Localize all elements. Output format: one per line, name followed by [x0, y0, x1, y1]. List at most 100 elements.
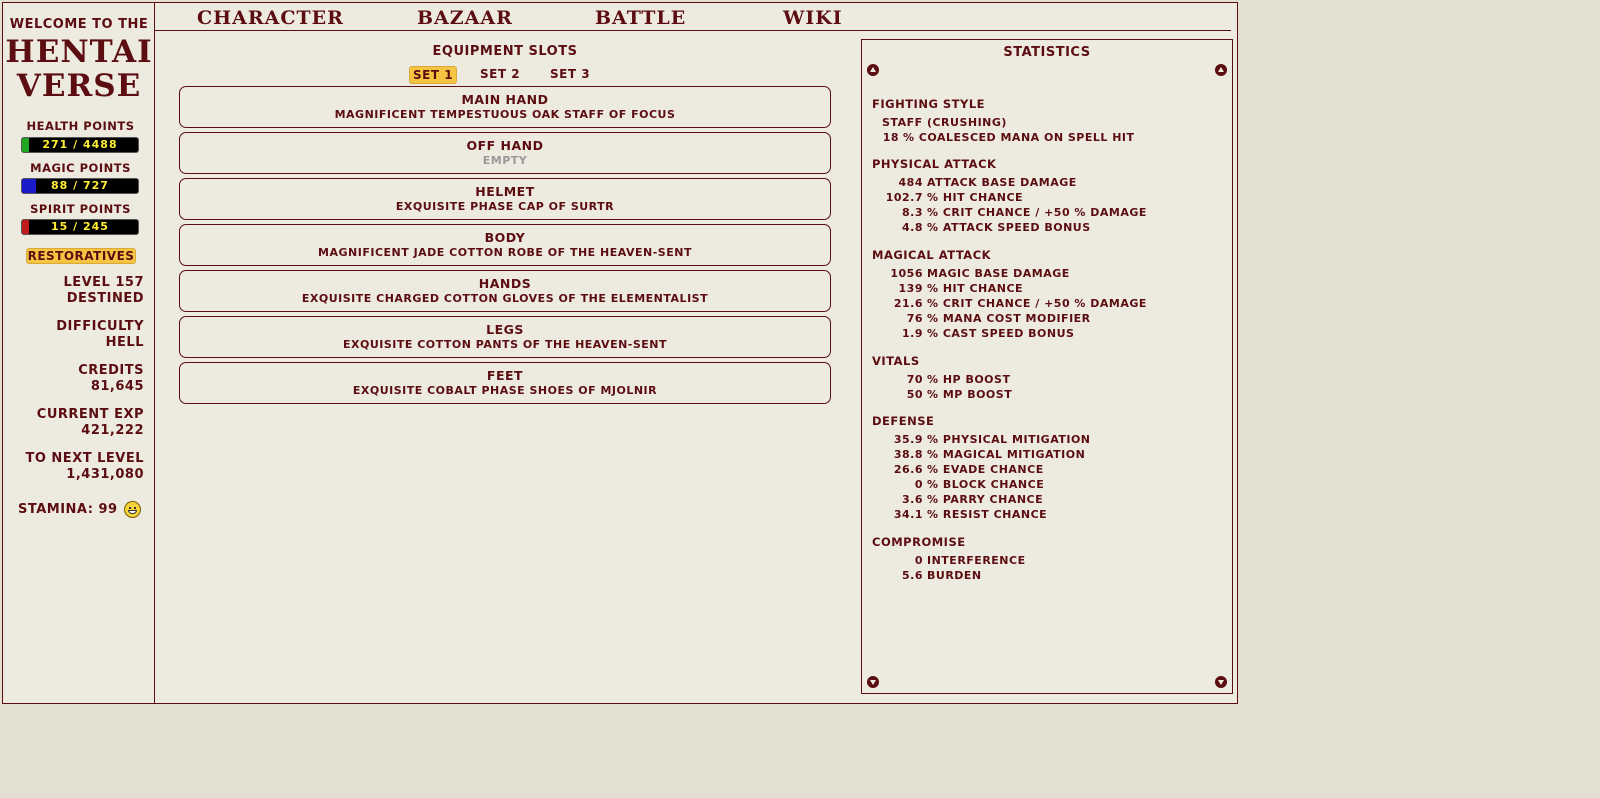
stat-label: % Crit Chance / +50 % Damage [927, 206, 1147, 219]
section-fighting-style: Fighting Style [872, 97, 986, 111]
stat-row: 8.3 % Crit Chance / +50 % Damage [862, 205, 1222, 220]
stat-value: 76 [906, 312, 923, 325]
section-vitals: Vitals [872, 354, 920, 368]
menu-wiki[interactable]: Wiki [783, 7, 843, 29]
menu-bazaar[interactable]: Bazaar [417, 7, 513, 29]
slot-name: Off Hand [466, 138, 544, 153]
stat-row: 76 % Mana Cost Modifier [862, 311, 1222, 326]
slot-body[interactable]: Body Magnificent Jade Cotton Robe of the… [179, 224, 831, 266]
stat-value: 26.6 [893, 463, 923, 476]
slot-main-hand[interactable]: Main Hand Magnificent Tempestuous Oak St… [179, 86, 831, 128]
credits-label: Credits [78, 363, 144, 378]
magic-value: 88 / 727 [51, 179, 109, 192]
stamina-display: Stamina: 99 [18, 501, 141, 518]
exp-label: Current EXP [36, 407, 144, 422]
slot-name: Body [484, 230, 526, 245]
tab-set-1[interactable]: Set 1 [409, 66, 458, 84]
scroll-down-right-icon[interactable] [1215, 676, 1227, 688]
stat-row: 38.8 % Magical Mitigation [862, 447, 1222, 462]
slot-item: Empty [482, 154, 528, 167]
menu-character[interactable]: Character [197, 7, 344, 29]
stat-row: 50 % MP Boost [862, 387, 1222, 402]
logo-line-1: HENTAI [5, 34, 153, 70]
section-physical-attack: Physical Attack [872, 157, 997, 171]
stat-label: Burden [927, 569, 982, 582]
slot-feet[interactable]: Feet Exquisite Cobalt Phase Shoes of Mjo… [179, 362, 831, 404]
top-menu: Character Bazaar Battle Wiki [155, 3, 1231, 31]
slot-legs[interactable]: Legs Exquisite Cotton Pants of the Heave… [179, 316, 831, 358]
slot-helmet[interactable]: Helmet Exquisite Phase Cap of Surtr [179, 178, 831, 220]
stat-row: 35.9 % Physical Mitigation [862, 432, 1222, 447]
stat-row: 26.6 % Evade Chance [862, 462, 1222, 477]
spirit-value: 15 / 245 [51, 220, 109, 233]
stat-value: 0 [914, 554, 923, 567]
stat-label: % Magical Mitigation [927, 448, 1086, 461]
stat-value: 35.9 [893, 433, 923, 446]
restoratives-button[interactable]: Restoratives [26, 248, 136, 264]
statistics-panel: Statistics Fighting Style Staff (Crushin… [861, 39, 1233, 694]
stat-value: 1.9 [902, 327, 923, 340]
stamina-text: Stamina: 99 [18, 502, 118, 517]
slot-item: Exquisite Cotton Pants of the Heaven-sen… [342, 338, 667, 351]
slot-item: Exquisite Charged Cotton Gloves of the E… [301, 292, 709, 305]
hentaiverse-logo: HENTAI VERSE [3, 35, 155, 103]
stat-row: 34.1 % Resist Chance [862, 507, 1222, 522]
credits-value: 81,645 [90, 379, 144, 394]
stat-row: 21.6 % Crit Chance / +50 % Damage [862, 296, 1222, 311]
stat-label: % HP Boost [927, 373, 1011, 386]
stat-label: Magic Base Damage [927, 267, 1070, 280]
spirit-label: Spirit points [30, 202, 131, 216]
difficulty-info: Difficulty Hell [56, 319, 144, 351]
scroll-down-left-icon[interactable] [867, 676, 879, 688]
slot-item: Exquisite Phase Cap of Surtr [395, 200, 615, 213]
section-compromise: Compromise [872, 535, 966, 549]
stat-label: % Evade Chance [927, 463, 1044, 476]
slot-hands[interactable]: Hands Exquisite Charged Cotton Gloves of… [179, 270, 831, 312]
slot-name: Hands [478, 276, 532, 291]
stat-row: 102.7 % Hit Chance [862, 190, 1222, 205]
tab-set-3[interactable]: Set 3 [547, 66, 593, 82]
difficulty-value: Hell [105, 335, 144, 350]
stat-label: Attack Base Damage [927, 176, 1077, 189]
magic-label: Magic points [30, 161, 131, 175]
slot-name: Legs [486, 322, 524, 337]
section-magical-attack: Magical Attack [872, 248, 992, 262]
slot-item: Magnificent Jade Cotton Robe of the Heav… [318, 246, 692, 259]
next-level-info: To Next Level 1,431,080 [25, 451, 144, 483]
slot-item: Exquisite Cobalt Phase Shoes of Mjolnir [352, 384, 658, 397]
stat-row: 1056 Magic Base Damage [862, 266, 1222, 281]
stat-value: 1056 [890, 267, 923, 280]
equipment-slots-title: Equipment Slots [432, 44, 578, 59]
stat-value: 50 [906, 388, 923, 401]
stat-value: 8.3 [902, 206, 923, 219]
stat-label: % Coalesced Mana on Spell Hit [903, 131, 1135, 144]
stat-value: 139 [898, 282, 923, 295]
slot-off-hand[interactable]: Off Hand Empty [179, 132, 831, 174]
stat-value: 34.1 [893, 508, 923, 521]
stat-label: % Physical Mitigation [927, 433, 1091, 446]
slot-item: Magnificent Tempestuous Oak Staff of Foc… [334, 108, 676, 121]
stat-label: % Block Chance [927, 478, 1045, 491]
fighting-style-value: Staff (Crushing) [882, 116, 1007, 129]
stat-label: % Hit Chance [927, 282, 1024, 295]
health-bar: 271 / 4488 [21, 137, 139, 153]
stat-row: 0 Interference [862, 553, 1222, 568]
stat-value: 21.6 [893, 297, 923, 310]
stat-row: 4.8 % Attack Speed Bonus [862, 220, 1222, 235]
slot-name: Main Hand [461, 92, 549, 107]
main-frame: Welcome to the HENTAI VERSE Health point… [2, 2, 1238, 704]
stat-label: % Cast Speed Bonus [927, 327, 1075, 340]
menu-battle[interactable]: Battle [595, 7, 686, 29]
scroll-up-right-icon[interactable] [1215, 64, 1227, 76]
health-value: 271 / 4488 [42, 138, 118, 151]
scroll-up-left-icon[interactable] [867, 64, 879, 76]
stat-label: % Attack Speed Bonus [927, 221, 1091, 234]
stat-value: 5.6 [902, 569, 923, 582]
tab-set-2[interactable]: Set 2 [477, 66, 523, 82]
spirit-bar: 15 / 245 [21, 219, 139, 235]
stat-value: 3.6 [902, 493, 923, 506]
stat-value: 38.8 [893, 448, 923, 461]
next-level-label: To Next Level [25, 451, 144, 466]
stat-value: 0 [914, 478, 923, 491]
stat-label: Interference [927, 554, 1026, 567]
